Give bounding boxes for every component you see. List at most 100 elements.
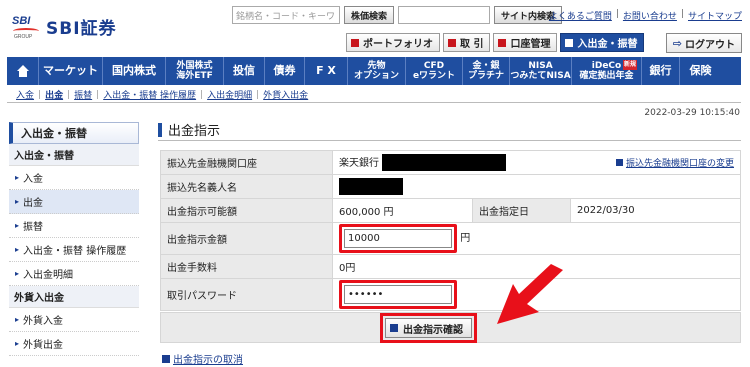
- sbi-logo[interactable]: SBI GROUP SBI証券: [12, 10, 117, 42]
- table-row: 出金指示可能額 600,000 円 出金指定日 2022/03/30: [160, 198, 741, 223]
- page-title: 出金指示: [158, 120, 220, 139]
- redacted-block: [382, 154, 507, 172]
- square-bullet-icon: [351, 38, 359, 47]
- header-links: よくあるご質問 | お問い合わせ | サイトマップ: [548, 9, 742, 22]
- nav-domestic-stock[interactable]: 国内株式: [103, 57, 166, 85]
- withdraw-fee-label: 出金手数料: [160, 254, 333, 279]
- sidebar-item-transfer[interactable]: ▸ 振替: [9, 214, 139, 238]
- nav-bank[interactable]: 銀行: [642, 57, 680, 85]
- trade-password-label: 取引パスワード: [160, 278, 333, 311]
- withdraw-date-value: 2022/03/30: [570, 198, 741, 223]
- portfolio-label: ポートフォリオ: [363, 39, 433, 50]
- sbi-logo-mark: SBI GROUP: [12, 13, 42, 40]
- nav-fx[interactable]: F X: [305, 57, 348, 85]
- sidebar-section-fx: 外貨入出金: [9, 286, 139, 308]
- confirm-withdraw-button[interactable]: 出金指示確認: [385, 318, 472, 338]
- sidebar-item-withdraw[interactable]: ▸ 出金: [9, 190, 139, 214]
- subnav-transfer[interactable]: 振替: [74, 88, 92, 101]
- sidebar-item-label: 入金: [23, 174, 44, 185]
- subnav-history[interactable]: 入出金・振替 操作履歴: [103, 88, 196, 101]
- subnav-withdraw[interactable]: 出金: [45, 88, 63, 101]
- sitemap-link[interactable]: サイトマップ: [688, 9, 742, 22]
- site-search-input[interactable]: [398, 6, 491, 24]
- nav-insurance[interactable]: 保険: [680, 57, 721, 85]
- change-bank-account-label: 振込先金融機関口座の変更: [625, 158, 734, 169]
- account-holder-label: 振込先名義人名: [160, 174, 333, 199]
- nav-home[interactable]: [7, 57, 39, 85]
- nav-bonds[interactable]: 債券: [265, 57, 305, 85]
- deposit-transfer-button[interactable]: 入出金・振替: [560, 33, 645, 52]
- logo-mark-text: SBI: [12, 15, 31, 27]
- confirm-highlight: 出金指示確認: [380, 313, 477, 343]
- nav-funds[interactable]: 投信: [224, 57, 265, 85]
- trade-label: 取 引: [460, 39, 484, 50]
- stock-search-input[interactable]: 銘柄名・コード・キーワ: [232, 6, 340, 24]
- stock-search-button[interactable]: 株価検索: [344, 6, 395, 24]
- title-bar: [158, 122, 162, 137]
- square-bullet-icon: [615, 158, 623, 166]
- button-row: 出金指示確認: [160, 312, 741, 343]
- nav-cfd[interactable]: CFD eワラント: [406, 57, 463, 85]
- amount-highlight: 10000: [339, 224, 457, 253]
- sidebar-title: 入出金・振替: [9, 122, 139, 144]
- logout-label: ログアウト: [685, 39, 735, 51]
- contact-link[interactable]: お問い合わせ: [623, 9, 677, 22]
- square-bullet-icon: [390, 324, 398, 332]
- table-row: 取引パスワード ••••••: [160, 278, 741, 311]
- table-row: 振込先金融機関口座 楽天銀行 振込先金融機関口座の変更: [160, 150, 741, 175]
- bank-account-value: 楽天銀行: [339, 157, 379, 169]
- trade-button[interactable]: 取 引: [443, 33, 491, 52]
- faq-link[interactable]: よくあるご質問: [549, 9, 612, 22]
- sidebar-item-history[interactable]: ▸ 入出金・振替 操作履歴: [9, 238, 139, 262]
- triangle-right-icon: ▸: [15, 315, 20, 324]
- available-amount-label: 出金指示可能額: [160, 198, 333, 223]
- cancel-withdraw-label: 出金指示の取消: [173, 355, 243, 366]
- triangle-right-icon: ▸: [15, 339, 20, 348]
- account-management-button[interactable]: 口座管理: [493, 33, 558, 52]
- redacted-block: [339, 178, 403, 195]
- triangle-right-icon: ▸: [15, 221, 20, 230]
- header-search-row: 銘柄名・コード・キーワ 株価検索 サイト内検索: [232, 6, 563, 24]
- change-bank-account-link[interactable]: 振込先金融機関口座の変更: [615, 154, 734, 171]
- trade-password-input[interactable]: ••••••: [344, 285, 452, 304]
- sidebar-item-label: 出金: [23, 198, 44, 209]
- table-row: 出金手数料 0円: [160, 254, 741, 279]
- nav-foreign-stock[interactable]: 外国株式 海外ETF: [166, 57, 224, 85]
- sidebar-item-label: 外貨出金: [23, 340, 64, 351]
- square-bullet-icon: [565, 38, 574, 47]
- sub-nav: 入金 | 出金 | 振替 | 入出金・振替 操作履歴 | 入出金明細 | 外貨入出金: [16, 88, 309, 102]
- bank-account-cell: 楽天銀行 振込先金融機関口座の変更: [332, 150, 741, 175]
- nav-gold[interactable]: 金・銀 プラチナ: [463, 57, 510, 85]
- nav-market[interactable]: マーケット: [39, 57, 103, 85]
- nav-ideco[interactable]: iDeCo 確定拠出年金 新規: [572, 57, 642, 85]
- home-icon: [16, 65, 29, 77]
- cancel-withdraw-link[interactable]: 出金指示の取消: [162, 351, 243, 366]
- withdraw-amount-input[interactable]: 10000: [344, 229, 452, 248]
- triangle-right-icon: ▸: [15, 245, 20, 254]
- subnav-deposit[interactable]: 入金: [16, 88, 34, 101]
- sidebar-item-fx-deposit[interactable]: ▸ 外貨入金: [9, 308, 139, 332]
- available-amount-value: 600,000 円: [332, 198, 473, 223]
- sidebar-item-label: 入出金明細: [23, 270, 74, 281]
- timestamp: 2022-03-29 10:15:40: [644, 108, 740, 118]
- subnav-divider: [7, 102, 741, 103]
- account-management-label: 口座管理: [510, 39, 551, 50]
- portfolio-button[interactable]: ポートフォリオ: [346, 33, 440, 52]
- square-bullet-icon: [498, 38, 507, 47]
- square-bullet-icon: [448, 38, 456, 47]
- subnav-fx-deposit[interactable]: 外貨入出金: [263, 88, 308, 101]
- sidebar-item-label: 振替: [23, 222, 44, 233]
- withdraw-amount-cell: 10000 円: [332, 222, 741, 255]
- nav-futures[interactable]: 先物 オプション: [348, 57, 406, 85]
- logo-group-text: GROUP: [14, 34, 33, 40]
- logout-button[interactable]: ⇨ ログアウト: [665, 33, 742, 53]
- table-row: 出金指示金額 10000 円: [160, 222, 741, 255]
- subnav-statement[interactable]: 入出金明細: [207, 88, 252, 101]
- sidebar-item-fx-withdraw[interactable]: ▸ 外貨出金: [9, 332, 139, 356]
- sidebar-item-deposit[interactable]: ▸ 入金: [9, 166, 139, 190]
- square-bullet-icon: [162, 354, 170, 363]
- bank-account-label: 振込先金融機関口座: [160, 150, 333, 175]
- triangle-right-icon: ▸: [15, 197, 20, 206]
- sidebar-item-statement[interactable]: ▸ 入出金明細: [9, 262, 139, 286]
- nav-nisa[interactable]: NISA つみたてNISA: [510, 57, 572, 85]
